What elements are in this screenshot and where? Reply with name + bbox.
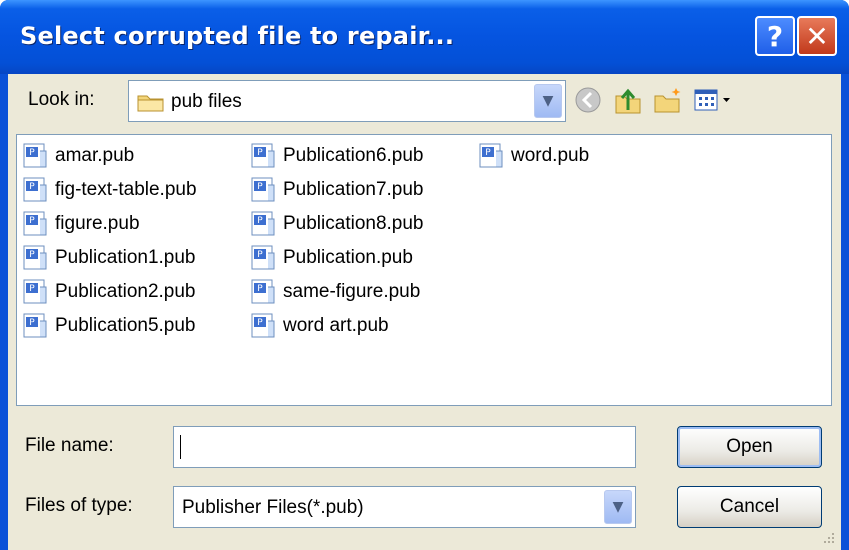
- look-in-dropdown-arrow[interactable]: ▼: [534, 84, 562, 118]
- up-folder-icon[interactable]: [612, 84, 644, 116]
- file-item[interactable]: P Publication8.pub: [251, 207, 424, 241]
- file-item[interactable]: Pamar.pub: [23, 139, 197, 173]
- publisher-file-icon: P: [251, 245, 275, 270]
- svg-text:P: P: [29, 216, 35, 226]
- file-name-label: Publication7.pub: [283, 179, 424, 200]
- svg-text:P: P: [29, 284, 35, 294]
- resize-grip-icon[interactable]: [821, 530, 835, 544]
- file-item[interactable]: P Publication1.pub: [23, 241, 197, 275]
- files-of-type-dropdown-arrow[interactable]: ▼: [604, 490, 632, 524]
- look-in-dropdown[interactable]: pub files ▼: [128, 80, 566, 122]
- publisher-file-icon: P: [251, 143, 275, 168]
- file-name-label: Publication5.pub: [55, 315, 196, 336]
- title-bar[interactable]: Select corrupted file to repair... ? ✕: [0, 0, 849, 74]
- chevron-down-icon: ▼: [542, 93, 554, 109]
- close-button[interactable]: ✕: [797, 16, 837, 56]
- file-name-label: Publication.pub: [283, 247, 413, 268]
- publisher-file-icon: P: [23, 313, 47, 338]
- file-name-label: word.pub: [511, 145, 590, 166]
- file-list[interactable]: Pamar.pub Pfig-text-table.pub Pfigure.pu…: [16, 134, 832, 406]
- publisher-file-icon: P: [23, 211, 47, 236]
- publisher-file-icon: P: [251, 211, 275, 236]
- chevron-down-icon: ▼: [612, 499, 624, 515]
- look-in-label: Look in:: [28, 89, 95, 110]
- open-button[interactable]: Open: [677, 426, 822, 468]
- file-name-label: fig-text-table.pub: [55, 179, 197, 200]
- file-name-label: same-figure.pub: [283, 281, 421, 302]
- help-icon: ?: [766, 19, 784, 53]
- file-column-3: Pword.pub: [479, 139, 589, 173]
- close-icon: ✕: [805, 19, 829, 53]
- publisher-file-icon: P: [23, 143, 47, 168]
- file-name-label: figure.pub: [55, 213, 140, 234]
- dialog-window: Select corrupted file to repair... ? ✕ L…: [0, 0, 849, 550]
- file-item[interactable]: Pword art.pub: [251, 309, 424, 343]
- svg-text:P: P: [485, 148, 491, 158]
- file-item[interactable]: Pfigure.pub: [23, 207, 197, 241]
- svg-text:P: P: [257, 216, 263, 226]
- files-of-type-value: Publisher Files(*.pub): [182, 497, 364, 518]
- file-name-label: Publication2.pub: [55, 281, 196, 302]
- file-item[interactable]: Pfig-text-table.pub: [23, 173, 197, 207]
- views-menu-icon[interactable]: [692, 84, 738, 116]
- file-item[interactable]: P Publication5.pub: [23, 309, 197, 343]
- back-icon[interactable]: [572, 84, 604, 116]
- folder-icon: [137, 95, 164, 112]
- svg-text:P: P: [29, 148, 35, 158]
- svg-text:P: P: [257, 318, 263, 328]
- svg-text:P: P: [257, 250, 263, 260]
- file-name-label: word art.pub: [283, 315, 389, 336]
- svg-text:P: P: [257, 148, 263, 158]
- publisher-file-icon: P: [23, 177, 47, 202]
- publisher-file-icon: P: [251, 279, 275, 304]
- svg-text:P: P: [257, 182, 263, 192]
- file-name-label: File name:: [25, 435, 114, 456]
- file-item[interactable]: P Publication.pub: [251, 241, 424, 275]
- text-caret: [180, 435, 181, 459]
- help-button[interactable]: ?: [755, 16, 795, 56]
- publisher-file-icon: P: [23, 245, 47, 270]
- look-in-value: pub files: [171, 91, 242, 112]
- dialog-body: Look in: pub files ▼ P amar.pub P fig-te…: [8, 74, 841, 550]
- file-name-label: Publication6.pub: [283, 145, 424, 166]
- publisher-file-icon: P: [23, 279, 47, 304]
- new-folder-icon[interactable]: [652, 84, 684, 116]
- publisher-file-icon: P: [251, 313, 275, 338]
- file-name-label: Publication8.pub: [283, 213, 424, 234]
- file-column-1: Pamar.pub Pfig-text-table.pub Pfigure.pu…: [23, 139, 197, 343]
- dialog-title: Select corrupted file to repair...: [20, 22, 455, 50]
- publisher-file-icon: P: [479, 143, 503, 168]
- file-item[interactable]: Pword.pub: [479, 139, 589, 173]
- svg-text:P: P: [29, 182, 35, 192]
- file-item[interactable]: P Publication7.pub: [251, 173, 424, 207]
- file-column-2: P Publication6.pub P Publication7.pub P Pub…: [251, 139, 424, 343]
- file-item[interactable]: P Publication2.pub: [23, 275, 197, 309]
- cancel-button[interactable]: Cancel: [677, 486, 822, 528]
- svg-text:P: P: [29, 250, 35, 260]
- file-name-input[interactable]: [173, 426, 636, 468]
- svg-text:P: P: [29, 318, 35, 328]
- files-of-type-label: Files of type:: [25, 495, 133, 516]
- svg-text:P: P: [257, 284, 263, 294]
- file-item[interactable]: P Publication6.pub: [251, 139, 424, 173]
- file-item[interactable]: Psame-figure.pub: [251, 275, 424, 309]
- file-name-label: Publication1.pub: [55, 247, 196, 268]
- publisher-file-icon: P: [251, 177, 275, 202]
- files-of-type-dropdown[interactable]: Publisher Files(*.pub) ▼: [173, 486, 636, 528]
- file-name-label: amar.pub: [55, 145, 135, 166]
